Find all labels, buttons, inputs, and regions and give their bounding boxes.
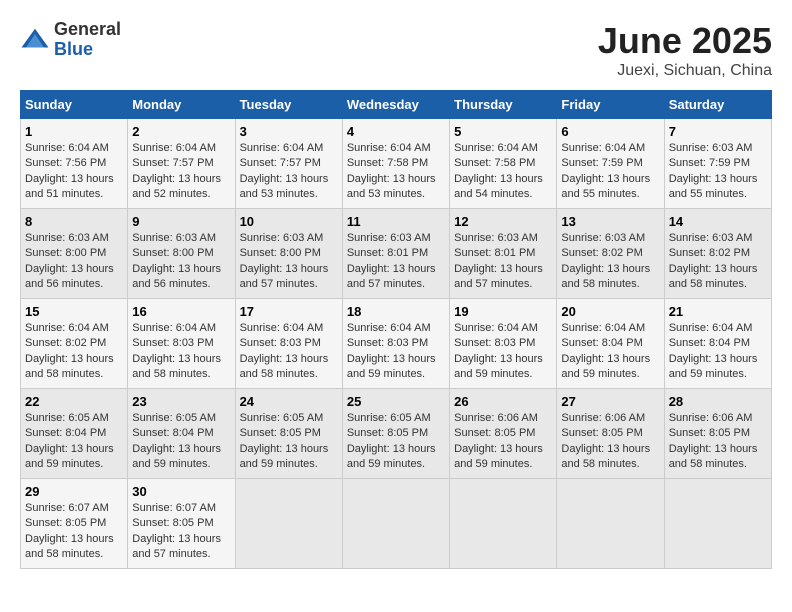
- table-row: 19Sunrise: 6:04 AMSunset: 8:03 PMDayligh…: [450, 299, 557, 389]
- table-row: 14Sunrise: 6:03 AMSunset: 8:02 PMDayligh…: [664, 209, 771, 299]
- calendar-week-4: 22Sunrise: 6:05 AMSunset: 8:04 PMDayligh…: [21, 389, 772, 479]
- table-row: [557, 479, 664, 569]
- table-row: 15Sunrise: 6:04 AMSunset: 8:02 PMDayligh…: [21, 299, 128, 389]
- table-row: 9Sunrise: 6:03 AMSunset: 8:00 PMDaylight…: [128, 209, 235, 299]
- header-wednesday: Wednesday: [342, 91, 449, 119]
- table-row: 22Sunrise: 6:05 AMSunset: 8:04 PMDayligh…: [21, 389, 128, 479]
- table-row: 6Sunrise: 6:04 AMSunset: 7:59 PMDaylight…: [557, 119, 664, 209]
- page-header: General Blue June 2025 Juexi, Sichuan, C…: [20, 20, 772, 80]
- calendar-week-3: 15Sunrise: 6:04 AMSunset: 8:02 PMDayligh…: [21, 299, 772, 389]
- table-row: [342, 479, 449, 569]
- table-row: 24Sunrise: 6:05 AMSunset: 8:05 PMDayligh…: [235, 389, 342, 479]
- table-row: 10Sunrise: 6:03 AMSunset: 8:00 PMDayligh…: [235, 209, 342, 299]
- month-title: June 2025: [598, 20, 772, 62]
- table-row: 11Sunrise: 6:03 AMSunset: 8:01 PMDayligh…: [342, 209, 449, 299]
- table-row: 20Sunrise: 6:04 AMSunset: 8:04 PMDayligh…: [557, 299, 664, 389]
- table-row: 12Sunrise: 6:03 AMSunset: 8:01 PMDayligh…: [450, 209, 557, 299]
- calendar-week-5: 29Sunrise: 6:07 AMSunset: 8:05 PMDayligh…: [21, 479, 772, 569]
- logo-text: General Blue: [54, 20, 121, 60]
- header-row: Sunday Monday Tuesday Wednesday Thursday…: [21, 91, 772, 119]
- table-row: 21Sunrise: 6:04 AMSunset: 8:04 PMDayligh…: [664, 299, 771, 389]
- table-row: 1Sunrise: 6:04 AMSunset: 7:56 PMDaylight…: [21, 119, 128, 209]
- table-row: 2Sunrise: 6:04 AMSunset: 7:57 PMDaylight…: [128, 119, 235, 209]
- header-saturday: Saturday: [664, 91, 771, 119]
- header-monday: Monday: [128, 91, 235, 119]
- location: Juexi, Sichuan, China: [598, 62, 772, 80]
- title-section: June 2025 Juexi, Sichuan, China: [598, 20, 772, 80]
- table-row: 25Sunrise: 6:05 AMSunset: 8:05 PMDayligh…: [342, 389, 449, 479]
- table-row: 29Sunrise: 6:07 AMSunset: 8:05 PMDayligh…: [21, 479, 128, 569]
- header-thursday: Thursday: [450, 91, 557, 119]
- logo-icon: [20, 25, 50, 55]
- table-row: 26Sunrise: 6:06 AMSunset: 8:05 PMDayligh…: [450, 389, 557, 479]
- table-row: 4Sunrise: 6:04 AMSunset: 7:58 PMDaylight…: [342, 119, 449, 209]
- table-row: 27Sunrise: 6:06 AMSunset: 8:05 PMDayligh…: [557, 389, 664, 479]
- logo-blue: Blue: [54, 40, 121, 60]
- table-row: 28Sunrise: 6:06 AMSunset: 8:05 PMDayligh…: [664, 389, 771, 479]
- table-row: 5Sunrise: 6:04 AMSunset: 7:58 PMDaylight…: [450, 119, 557, 209]
- table-row: 3Sunrise: 6:04 AMSunset: 7:57 PMDaylight…: [235, 119, 342, 209]
- header-tuesday: Tuesday: [235, 91, 342, 119]
- table-row: 7Sunrise: 6:03 AMSunset: 7:59 PMDaylight…: [664, 119, 771, 209]
- table-row: 30Sunrise: 6:07 AMSunset: 8:05 PMDayligh…: [128, 479, 235, 569]
- calendar-week-1: 1Sunrise: 6:04 AMSunset: 7:56 PMDaylight…: [21, 119, 772, 209]
- logo-general: General: [54, 20, 121, 40]
- table-row: [450, 479, 557, 569]
- calendar-week-2: 8Sunrise: 6:03 AMSunset: 8:00 PMDaylight…: [21, 209, 772, 299]
- table-row: [235, 479, 342, 569]
- table-row: 17Sunrise: 6:04 AMSunset: 8:03 PMDayligh…: [235, 299, 342, 389]
- logo: General Blue: [20, 20, 121, 60]
- header-friday: Friday: [557, 91, 664, 119]
- table-row: 13Sunrise: 6:03 AMSunset: 8:02 PMDayligh…: [557, 209, 664, 299]
- header-sunday: Sunday: [21, 91, 128, 119]
- table-row: 23Sunrise: 6:05 AMSunset: 8:04 PMDayligh…: [128, 389, 235, 479]
- table-row: 18Sunrise: 6:04 AMSunset: 8:03 PMDayligh…: [342, 299, 449, 389]
- table-row: [664, 479, 771, 569]
- calendar-table: Sunday Monday Tuesday Wednesday Thursday…: [20, 90, 772, 569]
- table-row: 8Sunrise: 6:03 AMSunset: 8:00 PMDaylight…: [21, 209, 128, 299]
- table-row: 16Sunrise: 6:04 AMSunset: 8:03 PMDayligh…: [128, 299, 235, 389]
